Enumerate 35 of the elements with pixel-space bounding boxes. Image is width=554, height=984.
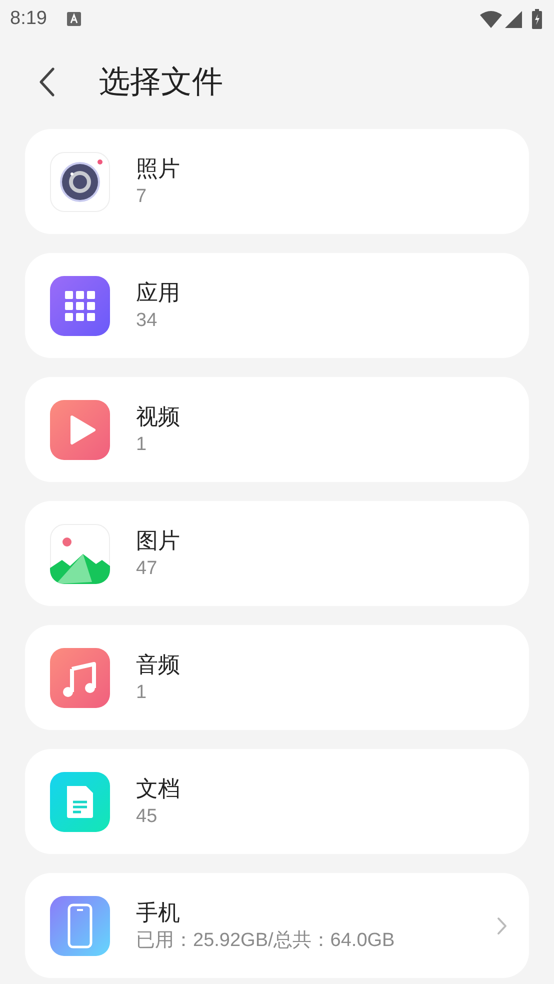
play-icon [50,400,110,460]
document-icon [50,772,110,832]
wifi-icon [480,10,502,28]
category-card[interactable]: 照片 7 [25,129,529,234]
category-title: 手机 [136,898,181,926]
category-card[interactable]: 手机 已用：25.92GB/总共：64.0GB [25,873,529,978]
category-card[interactable]: 应用 34 [25,253,529,358]
category-title: 图片 [136,526,181,554]
category-title: 视频 [136,402,181,430]
category-count: 47 [136,556,158,580]
category-title: 应用 [136,278,181,306]
music-note-icon [50,648,110,708]
category-title: 文档 [136,774,181,802]
category-card[interactable]: 图片 47 [25,501,529,606]
app-grid-icon [50,276,110,336]
camera-icon [50,152,110,212]
category-count: 45 [136,804,158,828]
category-count: 1 [136,680,148,704]
chevron-right-icon [497,916,507,934]
category-title: 音频 [136,650,181,678]
category-count: 已用：25.92GB/总共：64.0GB [136,928,396,952]
landscape-icon [50,524,110,584]
battery-icon [532,9,542,29]
phone-icon [50,896,110,956]
signal-icon [505,10,522,28]
category-card[interactable]: 音频 1 [25,625,529,730]
category-card[interactable]: 视频 1 [25,377,529,482]
category-card[interactable]: 文档 45 [25,749,529,854]
category-count: 7 [136,184,148,208]
category-title: 照片 [136,154,181,182]
category-count: 1 [136,432,148,456]
page-title: 选择文件 [99,62,223,101]
keyboard-notification-icon [66,12,81,26]
category-count: 34 [136,308,158,332]
status-time: 8:19 [10,6,47,31]
